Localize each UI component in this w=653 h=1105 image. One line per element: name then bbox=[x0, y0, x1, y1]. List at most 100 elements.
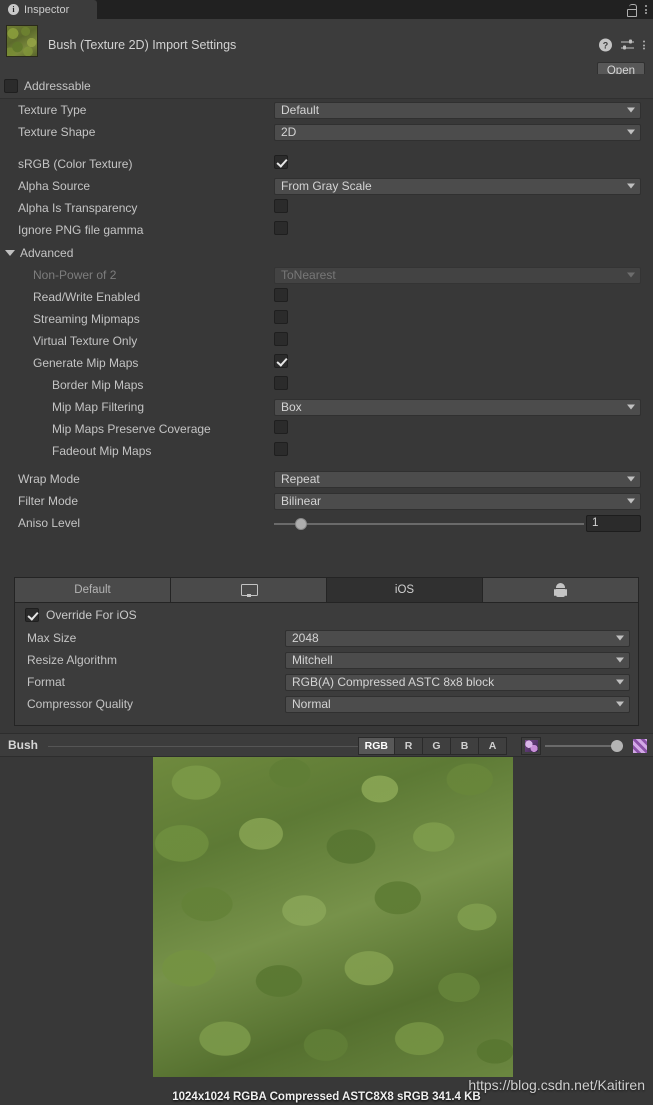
info-icon: i bbox=[8, 4, 19, 15]
dropdown-max-size[interactable]: 2048 bbox=[285, 629, 630, 647]
channel-button-b[interactable]: B bbox=[451, 737, 479, 755]
property-label: Generate Mip Maps bbox=[33, 356, 139, 370]
property-label: Virtual Texture Only bbox=[33, 334, 138, 348]
dropdown-compressor-quality[interactable]: Normal bbox=[285, 695, 630, 713]
mipmap-icon[interactable] bbox=[521, 737, 541, 755]
checkbox-alpha-is-transparency[interactable] bbox=[274, 198, 288, 213]
aniso-slider-track[interactable] bbox=[274, 522, 584, 525]
override-checkbox[interactable] bbox=[25, 608, 39, 622]
property-control: Bilinear bbox=[274, 492, 641, 510]
property-row: Filter Mode Bilinear bbox=[0, 490, 653, 512]
property-control: RGB(A) Compressed ASTC 8x8 block bbox=[285, 673, 630, 691]
property-label: Alpha Source bbox=[18, 179, 91, 193]
chevron-down-icon bbox=[627, 498, 635, 504]
android-icon bbox=[554, 583, 567, 597]
platform-tab-android[interactable] bbox=[483, 578, 638, 602]
tab-inspector-label: Inspector bbox=[24, 3, 70, 16]
window-tabbar: i Inspector bbox=[0, 0, 653, 19]
aniso-level-label: Aniso Level bbox=[18, 516, 81, 530]
mip-slider-knob[interactable] bbox=[611, 740, 623, 752]
property-label: Border Mip Maps bbox=[52, 378, 144, 392]
dropdown-value: 2D bbox=[281, 125, 297, 139]
checkbox-srgb-color-texture[interactable] bbox=[274, 154, 288, 169]
preview-asset-name: Bush bbox=[8, 738, 38, 752]
checkbox-mip-maps-preserve-coverage[interactable] bbox=[274, 419, 288, 434]
page-title: Bush (Texture 2D) Import Settings bbox=[48, 38, 237, 52]
kebab-menu-icon[interactable] bbox=[643, 40, 645, 50]
property-control bbox=[274, 198, 288, 218]
dropdown-mip-map-filtering[interactable]: Box bbox=[274, 398, 641, 416]
platform-tab-default[interactable]: Default bbox=[15, 578, 171, 602]
aniso-slider-knob[interactable] bbox=[295, 517, 307, 530]
dropdown-resize-algorithm[interactable]: Mitchell bbox=[285, 651, 630, 669]
platform-tab-monitor[interactable] bbox=[171, 578, 327, 602]
dropdown-texture-shape[interactable]: 2D bbox=[274, 123, 641, 141]
property-label: Ignore PNG file gamma bbox=[18, 223, 144, 237]
channel-button-group: RGB R G B A bbox=[357, 737, 507, 755]
texture-preview-image[interactable] bbox=[153, 757, 513, 1077]
checkbox-virtual-texture-only[interactable] bbox=[274, 331, 288, 346]
filtering-group: Wrap Mode Repeat Filter Mode Bilinear bbox=[0, 468, 653, 512]
property-label: Max Size bbox=[27, 631, 77, 645]
property-label: Fadeout Mip Maps bbox=[52, 444, 152, 458]
property-row: Alpha Source From Gray Scale bbox=[0, 175, 653, 197]
help-icon[interactable]: ? bbox=[599, 38, 612, 52]
advanced-group: Non-Power of 2 ToNearest Read/Write Enable… bbox=[0, 264, 653, 462]
channel-button-rgb[interactable]: RGB bbox=[357, 737, 395, 755]
checkbox-generate-mip-maps[interactable] bbox=[274, 353, 288, 368]
dropdown-value: 2048 bbox=[292, 631, 319, 645]
dropdown-texture-type[interactable]: Default bbox=[274, 101, 641, 119]
dropdown-alpha-source[interactable]: From Gray Scale bbox=[274, 177, 641, 195]
aniso-slider[interactable]: 1 bbox=[274, 514, 641, 532]
dropdown-filter-mode[interactable]: Bilinear bbox=[274, 492, 641, 510]
dropdown-wrap-mode[interactable]: Repeat bbox=[274, 470, 641, 488]
aniso-value-field[interactable]: 1 bbox=[586, 514, 641, 532]
addressable-label: Addressable bbox=[24, 79, 91, 93]
property-row: Read/Write Enabled bbox=[0, 286, 653, 308]
channel-button-r[interactable]: R bbox=[395, 737, 423, 755]
property-label: Streaming Mipmaps bbox=[33, 312, 140, 326]
override-label: Override For iOS bbox=[46, 608, 137, 622]
property-row: Texture Type Default bbox=[0, 99, 653, 121]
kebab-menu-icon[interactable] bbox=[645, 5, 647, 14]
lock-icon[interactable] bbox=[626, 3, 637, 17]
property-label: Filter Mode bbox=[18, 494, 79, 508]
chevron-down-icon bbox=[627, 476, 635, 482]
property-control bbox=[274, 375, 288, 395]
dropdown-format[interactable]: RGB(A) Compressed ASTC 8x8 block bbox=[285, 673, 630, 691]
property-label: Wrap Mode bbox=[18, 472, 80, 486]
watermark-text: https://blog.csdn.net/Kaitiren bbox=[468, 1077, 645, 1093]
checkbox-read-write-enabled[interactable] bbox=[274, 287, 288, 302]
checkerboard-icon[interactable] bbox=[633, 739, 647, 753]
checkbox-streaming-mipmaps[interactable] bbox=[274, 309, 288, 324]
property-label: Alpha Is Transparency bbox=[18, 201, 138, 215]
override-row[interactable]: Override For iOS bbox=[15, 603, 638, 627]
property-row: Mip Map Filtering Box bbox=[0, 396, 653, 418]
monitor-icon bbox=[241, 583, 258, 597]
checkbox-ignore-png-file-gamma[interactable] bbox=[274, 220, 288, 235]
chevron-down-icon bbox=[627, 404, 635, 410]
advanced-label: Advanced bbox=[20, 245, 74, 260]
advanced-foldout[interactable]: Advanced bbox=[0, 241, 653, 264]
settings-body: Texture Type Default Texture Shape 2D sRGB (… bbox=[0, 99, 653, 534]
property-label: Read/Write Enabled bbox=[33, 290, 141, 304]
preview-area: 1024x1024 RGBA Compressed ASTC8X8 sRGB 3… bbox=[0, 757, 653, 1105]
checkbox-fadeout-mip-maps[interactable] bbox=[274, 441, 288, 456]
property-row: Non-Power of 2 ToNearest bbox=[0, 264, 653, 286]
property-row: Wrap Mode Repeat bbox=[0, 468, 653, 490]
platform-tab-ios[interactable]: iOS bbox=[327, 578, 483, 602]
property-row: Alpha Is Transparency bbox=[0, 197, 653, 219]
dropdown-value: Default bbox=[281, 103, 320, 117]
tab-inspector[interactable]: i Inspector bbox=[0, 0, 97, 19]
property-row: Resize Algorithm Mitchell bbox=[15, 649, 638, 671]
preset-icon[interactable] bbox=[621, 39, 634, 52]
property-control bbox=[274, 441, 288, 461]
channel-button-a[interactable]: A bbox=[479, 737, 507, 755]
addressable-checkbox[interactable] bbox=[4, 79, 18, 93]
property-row: Streaming Mipmaps bbox=[0, 308, 653, 330]
platform-tab-label: Default bbox=[74, 584, 111, 596]
channel-button-g[interactable]: G bbox=[423, 737, 451, 755]
checkbox-border-mip-maps[interactable] bbox=[274, 375, 288, 390]
texture-thumbnail[interactable] bbox=[6, 25, 38, 57]
platform-tab-label: iOS bbox=[394, 584, 415, 596]
